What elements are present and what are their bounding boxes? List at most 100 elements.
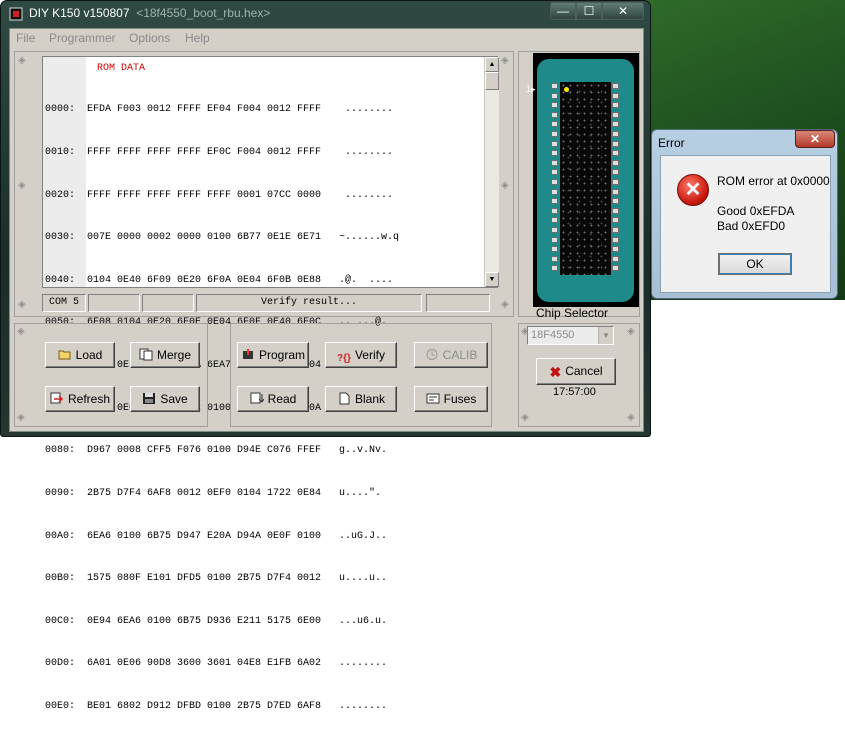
splitter-grip-icon[interactable]: ◈ [18, 55, 26, 66]
chip-selector-label: Chip Selector [536, 306, 609, 320]
menu-programmer[interactable]: Programmer [45, 31, 120, 45]
splitter-grip-icon[interactable]: ◈ [501, 299, 509, 310]
ok-button[interactable]: OK [718, 253, 792, 275]
chip-pin [612, 227, 619, 233]
title-bar[interactable]: DIY K150 v150807 <18f4550_boot_rbu.hex> … [1, 1, 652, 27]
chip-pin [612, 265, 619, 272]
chip-pin [612, 102, 619, 109]
save-icon [143, 393, 156, 404]
hex-row: 0030: 007E 0000 0002 0000 0100 6B77 0E1E… [45, 232, 400, 244]
chip-pin [612, 179, 619, 185]
hex-row: 00E0: BE01 6802 D912 DFBD 0100 2B75 D7ED… [45, 700, 388, 712]
hex-panel: ◈ ◈ ◈ ◈ ◈ ◈ ROM DATA 0000: EFDA F003 001… [14, 51, 514, 712]
blank-button[interactable]: Blank [325, 386, 397, 412]
program-icon [242, 349, 253, 359]
fuses-button[interactable]: Fuses [414, 386, 488, 412]
merge-button[interactable]: Merge [130, 342, 200, 368]
splitter-grip-icon[interactable]: ◈ [501, 180, 509, 191]
read-icon [250, 392, 264, 404]
menu-options[interactable]: Options [125, 31, 174, 45]
chip-pin [551, 188, 558, 195]
program-button[interactable]: Program [237, 342, 309, 368]
scroll-up-icon[interactable]: ▲ [485, 57, 499, 72]
zif-socket: 1▸ [526, 59, 634, 302]
splitter-grip-icon[interactable]: ◈ [627, 326, 635, 337]
good-value: Good 0xEFDA [717, 204, 795, 218]
menu-file[interactable]: File [12, 31, 39, 45]
chip-pin [551, 198, 558, 205]
hex-title: ROM DATA [97, 63, 146, 74]
chip-pin [612, 150, 619, 157]
clock-display: 17:57:00 [553, 386, 596, 398]
maximize-button[interactable]: ☐ [576, 2, 602, 20]
chip-panel: 1▸ [518, 51, 640, 317]
save-button[interactable]: Save [130, 386, 200, 412]
dialog-body: ✕ ROM error at 0x0000 Good 0xEFDA Bad 0x… [660, 155, 831, 293]
dialog-close-button[interactable]: ✕ [795, 130, 835, 148]
chip-pin [551, 227, 558, 233]
chip-pin [612, 207, 619, 214]
chevron-down-icon[interactable]: ▼ [598, 327, 613, 344]
close-icon: ✕ [617, 4, 629, 18]
pin1-label: 1 [526, 84, 532, 94]
status-message: Verify result... [196, 294, 422, 312]
chip-pin [551, 140, 558, 147]
splitter-grip-icon[interactable]: ◈ [17, 412, 25, 423]
chip-pin [612, 217, 619, 224]
file-buttons-group: ◈ ◈ Load Merge Refresh Save [14, 323, 208, 427]
splitter-grip-icon[interactable]: ◈ [521, 412, 529, 423]
verify-icon: ?{} [337, 353, 351, 364]
chip-pin [612, 83, 619, 89]
calib-button[interactable]: CALIB [414, 342, 488, 368]
close-button[interactable]: ✕ [602, 2, 644, 20]
hex-viewer[interactable]: ROM DATA 0000: EFDA F003 0012 FFFF EF04 … [42, 56, 499, 712]
clock-icon [426, 349, 438, 360]
chip-pin [551, 150, 558, 157]
hex-row: 00C0: 0E94 6EA6 0100 6B75 D936 E211 5175… [45, 615, 388, 627]
chip-pin [551, 111, 558, 118]
error-message: ROM error at 0x0000 [717, 174, 830, 188]
hex-row: 0000: EFDA F003 0012 FFFF EF04 F004 0012… [45, 104, 394, 116]
menu-help[interactable]: Help [181, 31, 214, 45]
hex-row: 00B0: 1575 080F E101 DFD5 0100 2B75 D7F4… [45, 573, 388, 585]
vertical-scrollbar[interactable]: ▲ ▼ [484, 57, 499, 287]
splitter-grip-icon[interactable]: ◈ [501, 55, 509, 66]
chip-pin [551, 121, 558, 128]
chip-pin [551, 102, 558, 109]
chip-pin [551, 92, 558, 99]
status-port: COM 5 [42, 294, 86, 312]
chip-pin [612, 131, 619, 137]
folder-open-icon [58, 350, 71, 360]
pin1-dot [564, 87, 569, 92]
scroll-down-icon[interactable]: ▼ [485, 272, 499, 287]
fuses-icon [426, 393, 440, 404]
hex-row: 00A0: 6EA6 0100 6B75 D947 E20A D94A 0E0F… [45, 530, 388, 542]
chip-pin [612, 188, 619, 195]
blank-page-icon [339, 392, 350, 405]
splitter-grip-icon[interactable]: ◈ [18, 180, 26, 191]
cancel-button[interactable]: ✖ Cancel [536, 358, 616, 385]
chip-select[interactable]: 18F4550 ▼ [527, 326, 614, 345]
status-progress [426, 294, 490, 312]
scroll-thumb[interactable] [485, 72, 499, 90]
load-button[interactable]: Load [45, 342, 115, 368]
bad-value: Bad 0xEFD0 [717, 219, 786, 233]
chip-pin [551, 255, 558, 262]
app-icon [9, 7, 23, 21]
window-title: DIY K150 v150807 <18f4550_boot_rbu.hex> [29, 6, 270, 20]
minimize-button[interactable]: — [550, 2, 576, 20]
k150-main-window: DIY K150 v150807 <18f4550_boot_rbu.hex> … [0, 0, 652, 712]
read-button[interactable]: Read [237, 386, 309, 412]
refresh-button[interactable]: Refresh [45, 386, 115, 412]
splitter-grip-icon[interactable]: ◈ [17, 326, 25, 337]
status-cell [88, 294, 140, 312]
verify-button[interactable]: ?{} Verify [325, 342, 397, 368]
chip-pin [551, 265, 558, 272]
maximize-icon: ☐ [583, 4, 595, 18]
splitter-grip-icon[interactable]: ◈ [627, 412, 635, 423]
chip-pin [551, 179, 558, 185]
splitter-grip-icon[interactable]: ◈ [18, 299, 26, 310]
hex-row: 0040: 0104 0E40 6F09 0E20 6F0A 0E04 6F0B… [45, 274, 394, 286]
pin1-arrow-icon: 1▸ [526, 84, 536, 94]
chip-pin [612, 246, 619, 253]
